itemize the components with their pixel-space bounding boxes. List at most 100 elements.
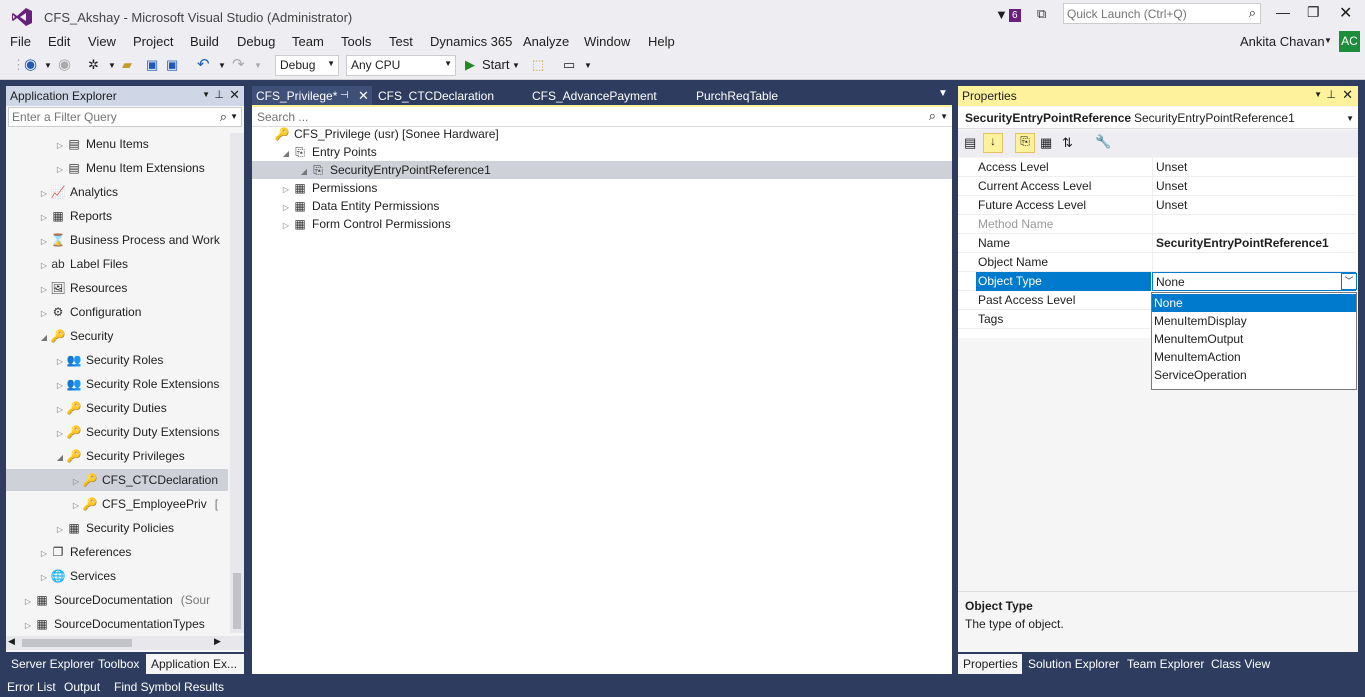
property-row[interactable]: Method Name	[958, 215, 1356, 234]
expand-arrow-icon[interactable]: ▷	[38, 207, 50, 229]
chevron-down-icon[interactable]: ▼	[254, 61, 262, 80]
expand-arrow-icon[interactable]: ▷	[38, 303, 50, 325]
expand-arrow-icon[interactable]: ▷	[70, 471, 82, 493]
property-value[interactable]	[1152, 253, 1356, 272]
property-value[interactable]: Unset	[1152, 158, 1356, 177]
tab-list-icon[interactable]: ▼	[938, 88, 948, 99]
chevron-down-icon[interactable]: ▼	[584, 61, 592, 80]
expand-arrow-icon[interactable]: ▷	[54, 375, 66, 397]
expand-arrow-icon[interactable]: ▷	[54, 519, 66, 541]
tree-item[interactable]: ▷ 🖼 Resources	[6, 277, 228, 299]
scrollbar-thumb[interactable]	[22, 639, 132, 647]
tree-item[interactable]: ▷ ⚙ Configuration	[6, 301, 228, 323]
tree-item[interactable]: ▷ ▦ Security Policies	[6, 517, 228, 539]
designer-search-box[interactable]: ⌕ ▼	[252, 107, 952, 127]
chevron-down-icon[interactable]: ▼	[512, 61, 520, 80]
designer-node[interactable]: ▷ ▦ Permissions	[252, 179, 952, 197]
dropdown-option[interactable]: MenuItemAction	[1152, 348, 1356, 366]
tree-item[interactable]: ◢ 🔑 Security Privileges	[6, 445, 228, 467]
tree-item[interactable]: ▷ ▦ Reports	[6, 205, 228, 227]
tab-output[interactable]: Output	[64, 680, 100, 694]
tree-item[interactable]: ▷ 👥 Security Roles	[6, 349, 228, 371]
tree-item[interactable]: ▷ ▤ Menu Item Extensions	[6, 157, 228, 179]
tree-item[interactable]: ▷ ❐ References	[6, 541, 228, 563]
tab-application-explorer[interactable]: Application Ex...	[146, 654, 244, 674]
user-name[interactable]: Ankita Chavan	[1240, 34, 1325, 49]
menu-edit[interactable]: Edit	[48, 34, 70, 49]
quick-launch-input[interactable]	[1064, 4, 1234, 23]
tab-error-list[interactable]: Error List	[7, 680, 56, 694]
menu-debug[interactable]: Debug	[237, 34, 275, 49]
tree-item[interactable]: ▷ ▦ SourceDocumentationTypes	[6, 613, 228, 633]
dropdown-option[interactable]: MenuItemOutput	[1152, 330, 1356, 348]
tab-find-symbol-results[interactable]: Find Symbol Results	[114, 680, 224, 694]
pin-icon[interactable]: ⊣	[340, 90, 349, 101]
save-icon[interactable]: ▣	[146, 57, 158, 76]
property-value[interactable]: Unset	[1152, 196, 1356, 215]
start-button[interactable]: Start	[482, 57, 509, 76]
tab-cfs-advancepayment[interactable]: CFS_AdvancePayment	[528, 86, 661, 106]
avatar[interactable]: AC	[1339, 31, 1360, 52]
menu-help[interactable]: Help	[648, 34, 675, 49]
chevron-down-icon[interactable]: ▼	[202, 90, 210, 99]
chevron-down-icon[interactable]: ▼	[44, 61, 52, 80]
wrench-icon[interactable]: 🔧	[1095, 134, 1111, 150]
close-icon[interactable]: ✕	[358, 88, 369, 104]
attach-icon[interactable]: ⬚	[532, 57, 544, 76]
chevron-down-icon[interactable]: ▼	[1346, 114, 1354, 123]
tree-item[interactable]: ▷ ▤ Menu Items	[6, 133, 228, 155]
tab-team-explorer[interactable]: Team Explorer	[1127, 657, 1204, 671]
menu-file[interactable]: File	[10, 34, 31, 49]
tab-properties[interactable]: Properties	[958, 654, 1022, 674]
tree-item[interactable]: ▷ 🔑 CFS_CTCDeclaration	[6, 469, 228, 491]
chevron-down-icon[interactable]: ▼	[1314, 90, 1322, 99]
close-icon[interactable]: ✕	[1342, 87, 1353, 103]
quick-launch-box[interactable]: ⌕	[1063, 3, 1261, 24]
designer-node[interactable]: ◢ ⎘ SecurityEntryPointReference1	[252, 161, 952, 179]
designer-node[interactable]: 🔑 CFS_Privilege (usr) [Sonee Hardware]	[252, 125, 952, 143]
property-value[interactable]: None	[1152, 272, 1356, 291]
property-value[interactable]	[1152, 215, 1356, 234]
scrollbar-thumb[interactable]	[233, 573, 241, 629]
expand-arrow-icon[interactable]: ▷	[38, 183, 50, 205]
start-icon[interactable]: ▶	[465, 57, 475, 76]
expand-arrow-icon[interactable]: ▷	[38, 567, 50, 589]
expand-arrow-icon[interactable]: ▷	[38, 255, 50, 277]
back-icon[interactable]: ◉	[24, 55, 37, 74]
search-icon[interactable]: ⌕	[929, 108, 936, 124]
notification-badge[interactable]: 6	[1009, 9, 1021, 22]
window-layout-icon[interactable]: ▭	[563, 57, 575, 76]
menu-project[interactable]: Project	[133, 34, 173, 49]
filter-icon[interactable]: ▼	[995, 7, 1008, 22]
collapse-arrow-icon[interactable]: ◢	[54, 447, 66, 469]
new-project-icon[interactable]: ✲	[88, 57, 99, 76]
config-dropdown[interactable]: Debug ▼	[275, 55, 339, 76]
designer-node[interactable]: ◢ ⎘ Entry Points	[252, 143, 952, 161]
search-icon[interactable]: ⌕	[220, 109, 227, 125]
dropdown-option[interactable]: None	[1152, 294, 1356, 312]
tab-class-view[interactable]: Class View	[1211, 657, 1270, 671]
tree-item[interactable]: ▷ 👥 Security Role Extensions	[6, 373, 228, 395]
property-row[interactable]: Current Access Level Unset	[958, 177, 1356, 196]
sort-icon[interactable]: ⇅	[1062, 135, 1073, 151]
chevron-down-icon[interactable]: ▼	[218, 61, 226, 80]
tree-item[interactable]: ◢ 🔑 Security	[6, 325, 228, 347]
expand-arrow-icon[interactable]: ▷	[22, 615, 34, 633]
tree-item[interactable]: ▷ 🌐 Services	[6, 565, 228, 587]
menu-window[interactable]: Window	[584, 34, 630, 49]
expand-arrow-icon[interactable]: ▷	[38, 279, 50, 301]
property-value[interactable]: Unset	[1152, 177, 1356, 196]
platform-dropdown[interactable]: Any CPU ▼	[346, 55, 456, 76]
save-all-icon[interactable]: ▣	[166, 57, 178, 76]
menu-analyze[interactable]: Analyze	[523, 34, 569, 49]
tab-cfs-privilege[interactable]: CFS_Privilege* ⊣ ✕	[252, 86, 372, 106]
menu-build[interactable]: Build	[190, 34, 219, 49]
feedback-icon[interactable]: ⧉	[1037, 6, 1046, 22]
tab-cfs-ctcdeclaration[interactable]: CFS_CTCDeclaration	[374, 86, 498, 106]
filter-query-input[interactable]	[9, 108, 209, 126]
menu-test[interactable]: Test	[389, 34, 413, 49]
tree-item[interactable]: ▷ ab Label Files	[6, 253, 228, 275]
designer-node[interactable]: ▷ ▦ Data Entity Permissions	[252, 197, 952, 215]
forward-icon[interactable]: ◉	[58, 55, 71, 74]
menu-dynamics365[interactable]: Dynamics 365	[430, 34, 512, 49]
